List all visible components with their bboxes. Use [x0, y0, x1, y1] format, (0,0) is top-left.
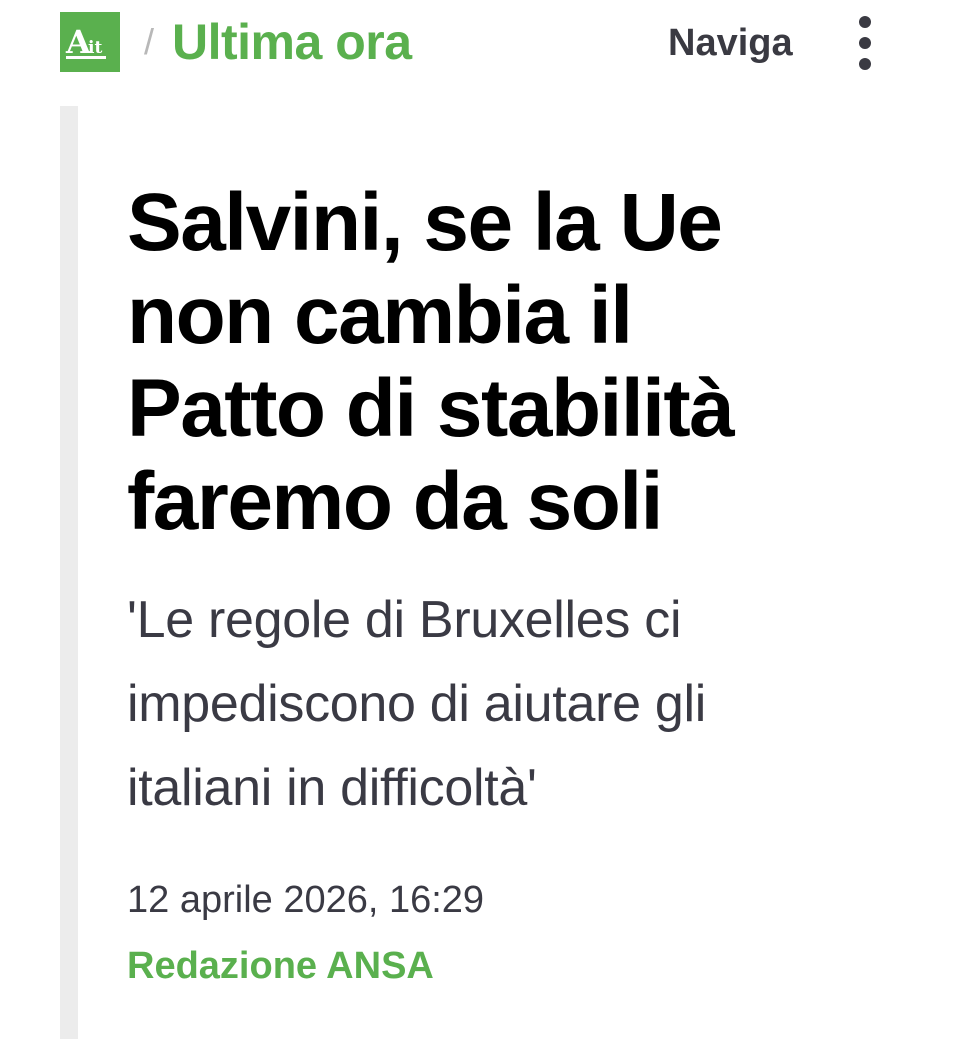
breadcrumb-separator: / — [144, 21, 155, 62]
svg-text:it: it — [88, 38, 102, 58]
kebab-dot — [859, 37, 871, 49]
top-bar: A it / Ultima ora Naviga — [0, 0, 960, 90]
article-author-link[interactable]: Redazione ANSA — [127, 942, 434, 990]
kebab-menu-icon[interactable] — [850, 16, 880, 70]
article-date: 12 aprile 2026, 16:29 — [127, 879, 485, 921]
ait-logo-icon: A it — [65, 23, 106, 61]
article-side-rule — [60, 106, 78, 1039]
naviga-button[interactable]: Naviga — [668, 20, 793, 66]
kebab-dot — [859, 16, 871, 28]
article-headline: Salvini, se la Ue non cambia il Patto di… — [127, 177, 735, 547]
section-title-ultima-ora[interactable]: Ultima ora — [172, 14, 412, 70]
site-logo[interactable]: A it — [60, 12, 120, 72]
article-subtitle: 'Le regole di Bruxelles ci impediscono d… — [127, 591, 706, 817]
kebab-dot — [859, 58, 871, 70]
article-card: Salvini, se la Ue non cambia il Patto di… — [60, 106, 900, 1039]
